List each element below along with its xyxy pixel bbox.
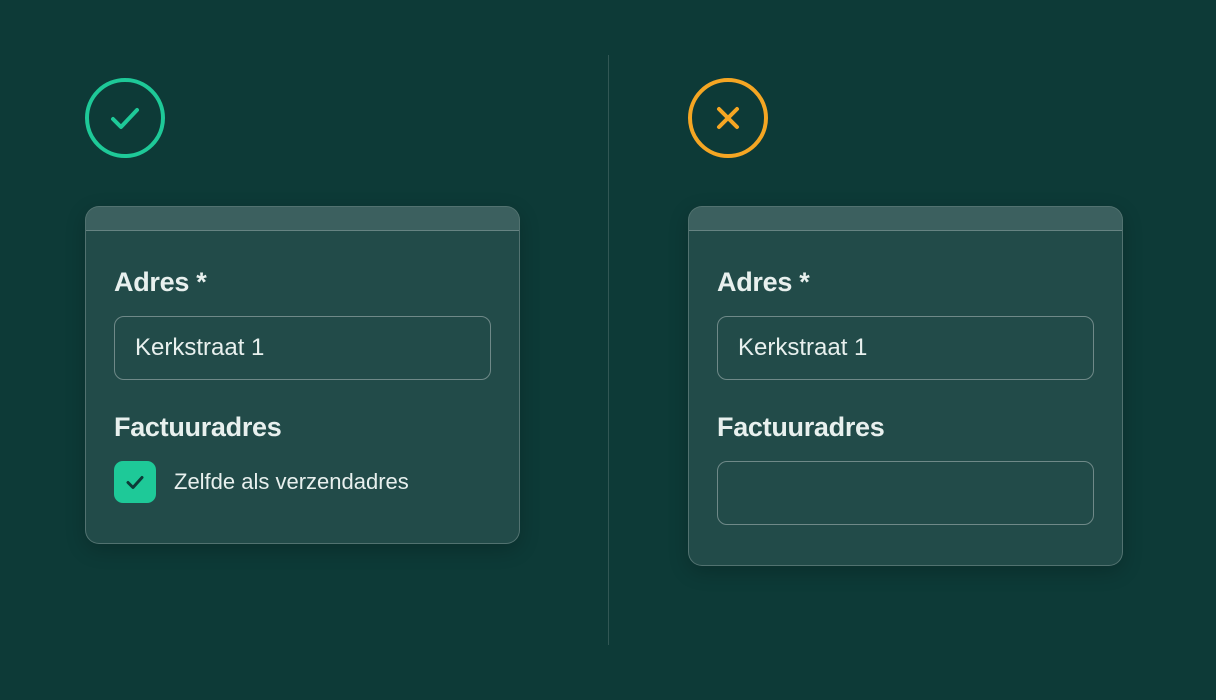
billing-input[interactable] (717, 461, 1094, 525)
address-input[interactable] (717, 316, 1094, 380)
form-card-bad: Adres * Factuuradres (688, 206, 1123, 566)
x-circle-icon (688, 78, 768, 158)
card-body: Adres * Factuuradres Zelfde als verzenda… (86, 231, 519, 543)
check-icon (123, 470, 147, 494)
billing-field-group: Factuuradres Zelfde als verzendadres (114, 412, 491, 503)
same-as-shipping-checkbox[interactable] (114, 461, 156, 503)
address-input[interactable] (114, 316, 491, 380)
address-label: Adres * (114, 267, 491, 298)
example-panel-bad: Adres * Factuuradres (688, 78, 1123, 566)
billing-label: Factuuradres (717, 412, 1094, 443)
billing-field-group: Factuuradres (717, 412, 1094, 525)
same-as-shipping-label: Zelfde als verzendadres (174, 469, 409, 495)
form-card-good: Adres * Factuuradres Zelfde als verzenda… (85, 206, 520, 544)
card-titlebar (86, 207, 519, 231)
example-panel-good: Adres * Factuuradres Zelfde als verzenda… (85, 78, 520, 544)
check-circle-icon (85, 78, 165, 158)
billing-label: Factuuradres (114, 412, 491, 443)
address-field-group: Adres * (717, 267, 1094, 380)
same-as-shipping-row: Zelfde als verzendadres (114, 461, 491, 503)
card-body: Adres * Factuuradres (689, 231, 1122, 565)
card-titlebar (689, 207, 1122, 231)
address-label: Adres * (717, 267, 1094, 298)
vertical-divider (608, 55, 609, 645)
address-field-group: Adres * (114, 267, 491, 380)
